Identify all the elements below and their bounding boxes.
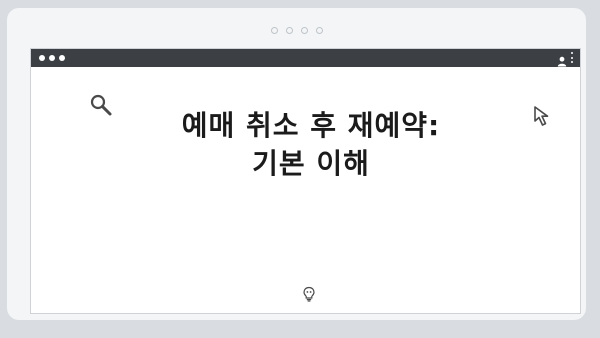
titlebar-actions: [557, 52, 574, 67]
pagination-dot[interactable]: [270, 27, 278, 34]
browser-window: 예매 취소 후 재예약: 기본 이해: [30, 48, 581, 314]
pagination-dot[interactable]: [300, 27, 308, 34]
window-close-button[interactable]: [39, 55, 45, 61]
page-title: 예매 취소 후 재예약: 기본 이해: [181, 109, 441, 180]
pagination-dots: [7, 27, 586, 34]
profile-icon[interactable]: [557, 52, 567, 67]
pagination-dot[interactable]: [315, 27, 323, 34]
cursor-icon: [533, 105, 553, 127]
pagination-dot[interactable]: [285, 27, 293, 34]
window-maximize-button[interactable]: [59, 55, 65, 61]
menu-icon[interactable]: [570, 52, 574, 63]
card-frame: 예매 취소 후 재예약: 기본 이해: [7, 8, 586, 320]
window-titlebar: [31, 49, 580, 67]
lightbulb-icon: [302, 286, 316, 302]
page-content: 예매 취소 후 재예약: 기본 이해: [31, 67, 580, 313]
search-icon[interactable]: [89, 93, 113, 117]
window-minimize-button[interactable]: [49, 55, 55, 61]
